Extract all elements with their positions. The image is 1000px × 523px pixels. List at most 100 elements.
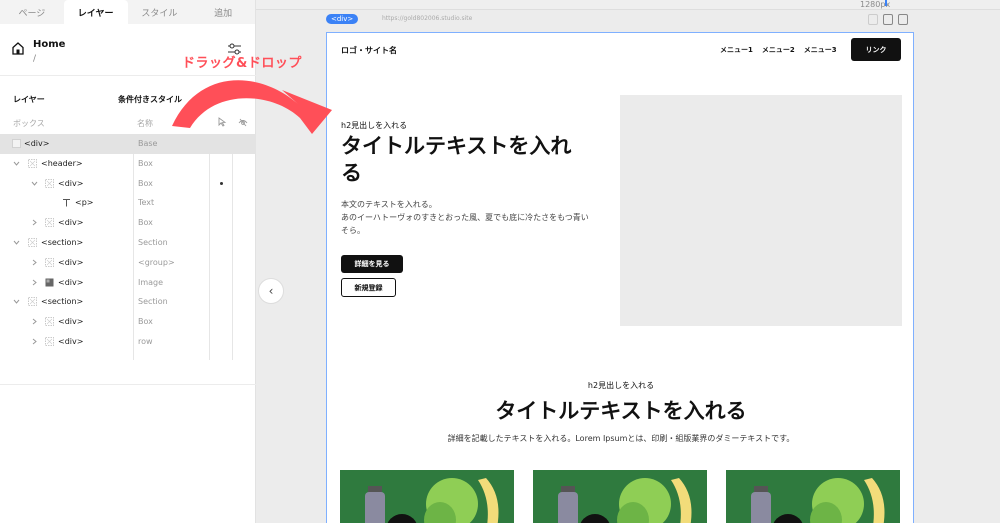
tab-layers[interactable]: レイヤー xyxy=(63,0,128,24)
layer-type: Text xyxy=(138,198,155,208)
site-nav: メニュー1 メニュー2 メニュー3 xyxy=(720,45,837,55)
hero-title[interactable]: タイトルテキストを入れる xyxy=(341,133,591,187)
hero-body-line: 本文のテキストを入れる。 xyxy=(341,200,437,209)
home-icon xyxy=(12,42,24,55)
chevron-right-icon[interactable] xyxy=(31,219,38,226)
chevron-right-icon[interactable] xyxy=(31,279,38,286)
site-url: https://gold802006.studio.site xyxy=(382,15,473,22)
copy-icon[interactable] xyxy=(883,14,893,25)
food-photo-image xyxy=(726,470,900,523)
page-name: Home xyxy=(33,39,66,50)
layer-tag: <div> xyxy=(24,139,50,148)
chevron-right-icon[interactable] xyxy=(31,318,38,325)
layer-row[interactable]: <div> Box xyxy=(0,213,256,233)
box-dashed-icon xyxy=(45,257,54,267)
layer-type: Box xyxy=(138,178,153,188)
layer-type: Section xyxy=(138,297,168,307)
cursor-pointer-icon[interactable] xyxy=(217,117,227,127)
section2-title[interactable]: タイトルテキストを入れる xyxy=(327,395,913,425)
layer-row[interactable]: <div> Image xyxy=(0,273,256,293)
layer-type: Image xyxy=(138,277,164,287)
layer-row[interactable]: <section> Section xyxy=(0,233,256,253)
layer-type: Section xyxy=(138,237,168,247)
box-icon xyxy=(12,139,21,148)
column-box-label: ボックス xyxy=(13,119,45,128)
chevron-down-icon[interactable] xyxy=(31,180,38,187)
layer-row[interactable]: <header> Box xyxy=(0,154,256,174)
box-dashed-icon xyxy=(45,178,54,188)
layer-row[interactable]: <div> <group> xyxy=(0,253,256,273)
chevron-down-icon[interactable] xyxy=(13,160,20,167)
selected-element-badge[interactable]: <div> xyxy=(326,14,359,24)
nav-item-3[interactable]: メニュー3 xyxy=(804,45,837,55)
box-dashed-icon xyxy=(45,337,54,346)
layer-row[interactable]: <div> Base xyxy=(0,134,256,154)
layers-header: レイヤー 条件付きスタイル xyxy=(0,94,256,108)
layer-type: Box xyxy=(138,218,153,228)
chevron-right-icon[interactable] xyxy=(31,338,38,345)
chevron-left-icon: ‹ xyxy=(268,284,274,298)
box-dashed-icon xyxy=(45,218,54,228)
section2-subheading[interactable]: h2見出しを入れる xyxy=(327,380,913,391)
layer-type: Box xyxy=(138,158,153,168)
hero-subheading[interactable]: h2見出しを入れる xyxy=(341,120,407,131)
conditional-style-label[interactable]: 条件付きスタイル xyxy=(118,94,182,105)
layer-tag: <header> xyxy=(41,158,83,168)
layer-tag: <section> xyxy=(41,297,84,307)
layer-tree: <div> Base <header> Box <div> Box <p> Text <div>… xyxy=(0,134,256,352)
layers-column-header: ボックス 名称 xyxy=(0,116,256,130)
box-dashed-icon xyxy=(28,238,37,247)
layer-tag: <section> xyxy=(41,237,84,247)
ruler-marker[interactable] xyxy=(885,0,887,6)
tab-style[interactable]: スタイル xyxy=(128,0,192,24)
image-icon xyxy=(45,278,54,287)
site-logo[interactable]: ロゴ・サイト名 xyxy=(341,45,397,56)
layer-type: Box xyxy=(138,317,153,327)
canvas-toolbar xyxy=(868,14,908,25)
chevron-down-icon[interactable] xyxy=(13,239,20,246)
card-image[interactable] xyxy=(533,470,707,523)
box-dashed-icon xyxy=(45,317,54,327)
nav-link-button[interactable]: リンク xyxy=(851,38,901,61)
lock-icon[interactable] xyxy=(868,14,878,25)
tab-page[interactable]: ページ xyxy=(0,0,64,24)
layer-row[interactable]: <div> Box xyxy=(0,174,256,194)
layers-title: レイヤー xyxy=(13,95,45,104)
box-dashed-icon xyxy=(28,297,37,307)
nav-item-2[interactable]: メニュー2 xyxy=(762,45,795,55)
layer-row[interactable]: <div> Box xyxy=(0,312,256,332)
layer-tag: <div> xyxy=(58,277,84,287)
ruler: 1280px xyxy=(256,0,1000,10)
layer-row[interactable]: <section> Section xyxy=(0,292,256,312)
nav-item-1[interactable]: メニュー1 xyxy=(720,45,753,55)
add-icon[interactable] xyxy=(898,14,908,25)
collapse-panel-button[interactable]: ‹ xyxy=(258,278,284,304)
food-photo-image xyxy=(340,470,514,523)
layer-tag: <div> xyxy=(58,317,84,327)
tab-add[interactable]: 追加 xyxy=(191,0,255,24)
layer-row[interactable]: <p> Text xyxy=(0,193,256,213)
layer-row[interactable]: <div> row xyxy=(0,332,256,352)
card-image[interactable] xyxy=(726,470,900,523)
layer-tag: <div> xyxy=(58,257,84,267)
details-button[interactable]: 詳細を見る xyxy=(341,255,403,273)
layer-tag: <p> xyxy=(75,198,94,208)
register-button[interactable]: 新規登録 xyxy=(341,278,396,297)
layer-tag: <div> xyxy=(58,218,84,228)
site-preview[interactable]: ロゴ・サイト名 メニュー1 メニュー2 メニュー3 リンク h2見出しを入れる … xyxy=(326,32,914,523)
left-panel: ページ レイヤー スタイル 追加 Home / レイヤー 条件付きスタイル ボッ… xyxy=(0,0,256,523)
chevron-right-icon[interactable] xyxy=(31,259,38,266)
visibility-icon[interactable] xyxy=(238,117,248,127)
layer-type: <group> xyxy=(138,257,175,267)
chevron-down-icon[interactable] xyxy=(13,298,20,305)
hero-image-placeholder[interactable] xyxy=(620,95,902,326)
indicator-dot xyxy=(220,181,223,185)
layer-tag: <div> xyxy=(58,336,84,346)
hero-body[interactable]: 本文のテキストを入れる。 あのイーハトーヴォのすきとおった風、夏でも底に冷たさを… xyxy=(341,198,596,237)
column-name-label: 名称 xyxy=(137,119,153,128)
card-image[interactable] xyxy=(340,470,514,523)
layer-tag: <div> xyxy=(58,178,84,188)
panel-tabs: ページ レイヤー スタイル 追加 xyxy=(0,0,255,24)
section2-body[interactable]: 詳細を記載したテキストを入れる。Lorem Ipsumとは、印刷・組版業界のダミ… xyxy=(327,433,913,444)
food-photo-image xyxy=(533,470,707,523)
